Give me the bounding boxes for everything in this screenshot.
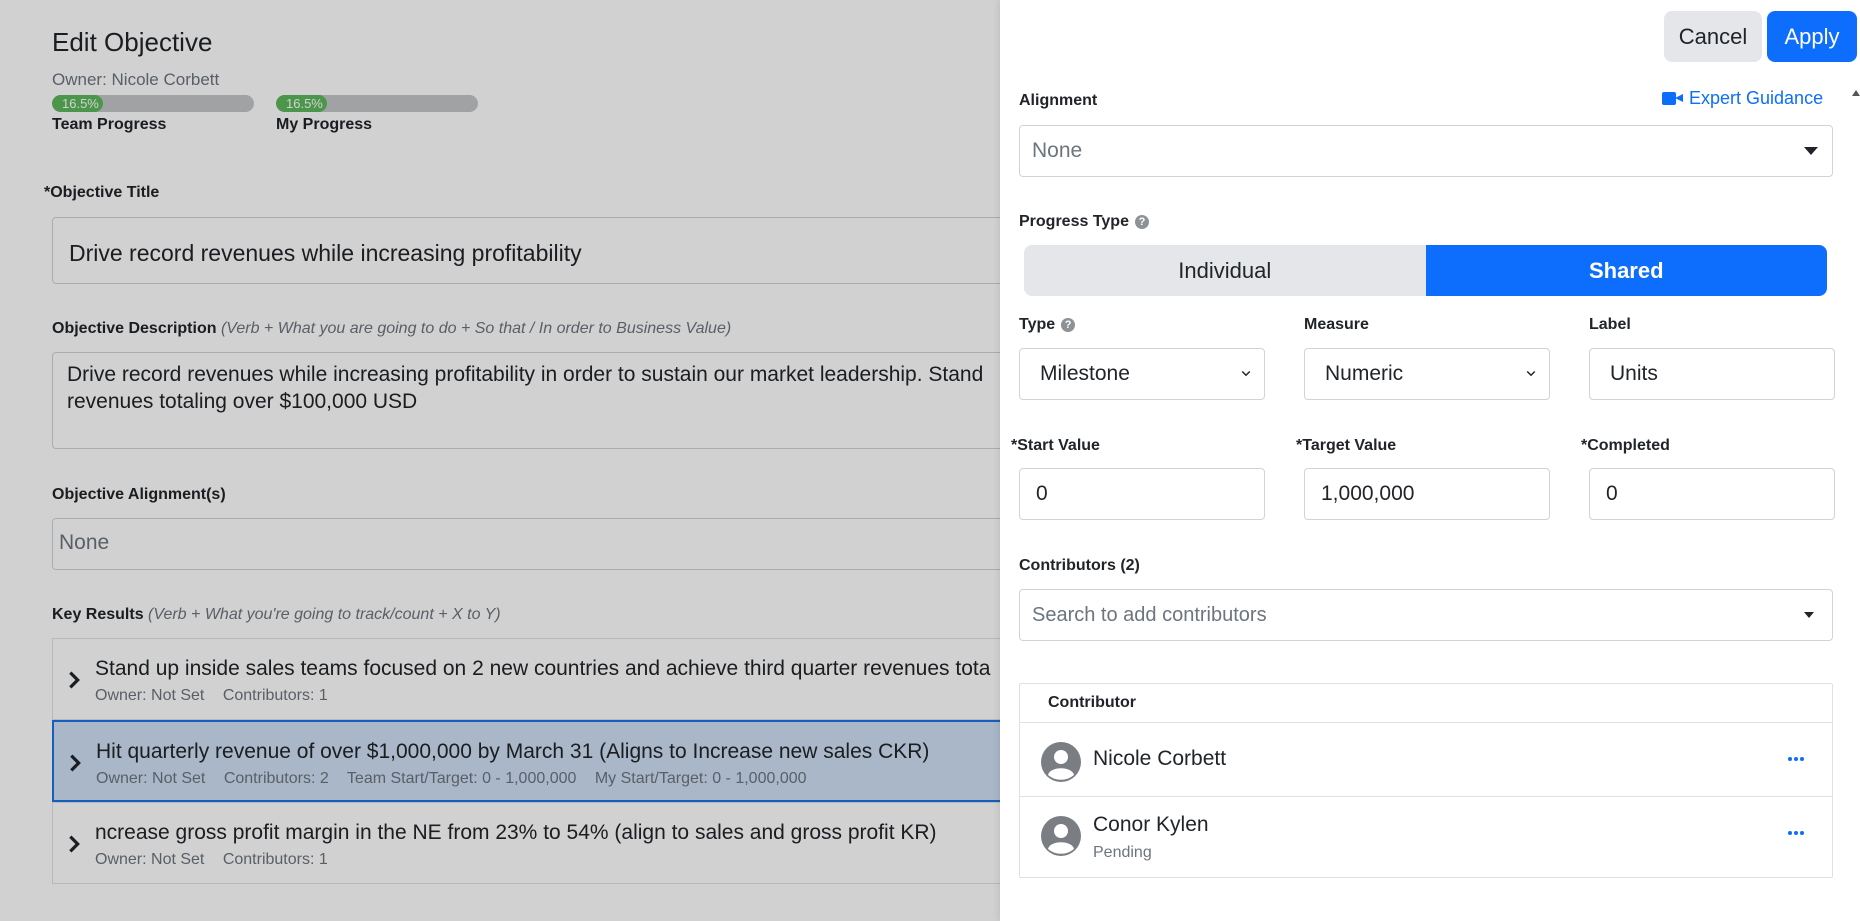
key-result-owner: Owner: Not Set: [96, 770, 206, 787]
caret-down-icon: [1804, 147, 1818, 155]
key-result-side-panel: Cancel Apply Alignment Expert Guidance N…: [1000, 0, 1860, 921]
start-value-input[interactable]: 0: [1019, 468, 1265, 520]
target-value-label: *Target Value: [1296, 437, 1397, 454]
my-progress-fill: 16.5%: [276, 95, 327, 112]
objective-alignment-value: None: [59, 531, 110, 554]
type-label-text: Type: [1019, 316, 1056, 333]
unit-label-input[interactable]: Units: [1589, 348, 1835, 400]
objective-title-label: *Objective Title: [44, 184, 160, 201]
more-horizontal-icon[interactable]: [1788, 831, 1804, 835]
help-icon[interactable]: ?: [1134, 215, 1149, 229]
scroll-up-arrow-icon[interactable]: [1852, 90, 1860, 96]
page-title: Edit Objective: [52, 27, 213, 57]
team-progress-fill: 16.5%: [52, 95, 103, 112]
chevron-right-icon[interactable]: [63, 669, 85, 691]
measure-select[interactable]: Numeric: [1304, 348, 1550, 400]
chevron-right-icon[interactable]: [63, 833, 85, 855]
objective-description-label: Objective Description (Verb + What you a…: [52, 320, 731, 338]
key-result-title: ncrease gross profit margin in the NE fr…: [95, 821, 937, 844]
key-result-contributors: Contributors: 1: [222, 687, 328, 704]
key-result-row[interactable]: ncrease gross profit margin in the NE fr…: [52, 802, 1012, 884]
progress-type-toggle: Individual Shared: [1024, 245, 1827, 296]
completed-value: 0: [1606, 482, 1618, 505]
key-result-contributors: Contributors: 2: [223, 770, 329, 787]
objective-description-line-1: Drive record revenues while increasing p…: [67, 363, 984, 386]
key-results-hint: (Verb + What you're going to track/count…: [148, 606, 501, 623]
expert-guidance-link[interactable]: Expert Guidance: [1662, 88, 1823, 109]
unit-label-value: Units: [1610, 362, 1658, 385]
alignment-select[interactable]: None: [1019, 125, 1833, 177]
contributor-status: Pending: [1093, 844, 1152, 861]
objective-description-line-2: revenues totaling over $100,000 USD: [67, 390, 418, 413]
chevron-right-icon[interactable]: [64, 752, 86, 774]
objective-alignment-select[interactable]: None: [52, 518, 1012, 570]
key-result-row-selected[interactable]: Hit quarterly revenue of over $1,000,000…: [52, 720, 1012, 802]
chevron-down-icon: [1526, 370, 1536, 377]
objective-description-hint: (Verb + What you are going to do + So th…: [220, 320, 732, 337]
key-result-meta: Owner: Not Set Contributors: 2 Team Star…: [96, 770, 821, 788]
alignment-label: Alignment: [1019, 92, 1098, 109]
key-result-team-target: Team Start/Target: 0 - 1,000,000: [346, 770, 577, 787]
cancel-button[interactable]: Cancel: [1664, 11, 1762, 62]
completed-input[interactable]: 0: [1589, 468, 1835, 520]
video-camera-icon: [1662, 92, 1683, 105]
contributor-row: Conor Kylen Pending: [1020, 797, 1832, 877]
expert-guidance-label: Expert Guidance: [1689, 88, 1824, 108]
progress-type-label: Progress Type?: [1019, 213, 1149, 231]
apply-button[interactable]: Apply: [1767, 11, 1857, 62]
team-progress-label: Team Progress: [52, 116, 167, 133]
my-progress-bar: 16.5%: [276, 95, 478, 112]
key-result-owner: Owner: Not Set: [95, 851, 205, 868]
objective-description-label-text: Objective Description: [52, 320, 217, 337]
progress-type-shared[interactable]: Shared: [1425, 245, 1827, 296]
contributor-search-placeholder: Search to add contributors: [1032, 603, 1267, 626]
objective-alignment-label: Objective Alignment(s): [52, 486, 226, 503]
objective-title-input[interactable]: Drive record revenues while increasing p…: [52, 217, 1012, 284]
objective-description-input[interactable]: Drive record revenues while increasing p…: [52, 352, 1012, 449]
key-result-meta: Owner: Not Set Contributors: 1: [95, 687, 342, 705]
target-value: 1,000,000: [1321, 482, 1415, 505]
type-label: Type?: [1019, 316, 1076, 334]
user-avatar-icon: [1041, 742, 1081, 782]
key-results-label: Key Results (Verb + What you're going to…: [52, 606, 501, 624]
contributor-name: Nicole Corbett: [1093, 747, 1227, 770]
key-result-my-target: My Start/Target: 0 - 1,000,000: [594, 770, 807, 787]
contributors-label: Contributors (2): [1019, 557, 1140, 574]
contributor-search-input[interactable]: Search to add contributors: [1019, 589, 1833, 641]
key-result-contributors: Contributors: 1: [222, 851, 328, 868]
my-progress-label: My Progress: [276, 116, 373, 133]
measure-label: Measure: [1304, 316, 1369, 333]
more-horizontal-icon[interactable]: [1788, 757, 1804, 761]
help-icon[interactable]: ?: [1061, 318, 1076, 332]
team-progress-bar: 16.5%: [52, 95, 254, 112]
key-result-owner: Owner: Not Set: [95, 687, 205, 704]
user-avatar-icon: [1041, 816, 1081, 856]
key-results-label-text: Key Results: [52, 606, 144, 623]
key-result-meta: Owner: Not Set Contributors: 1: [95, 851, 342, 869]
chevron-down-icon: [1241, 370, 1251, 377]
contributor-name: Conor Kylen: [1093, 813, 1209, 836]
alignment-select-value: None: [1032, 139, 1083, 162]
caret-down-icon: [1804, 612, 1814, 618]
contributor-table: Contributor Nicole Corbett Conor Kylen P…: [1019, 683, 1833, 878]
key-result-row[interactable]: Stand up inside sales teams focused on 2…: [52, 638, 1012, 720]
unit-label: Label: [1589, 316, 1631, 333]
key-result-title: Stand up inside sales teams focused on 2…: [95, 657, 991, 680]
start-value-label: *Start Value: [1011, 437, 1100, 454]
objective-owner: Owner: Nicole Corbett: [52, 70, 220, 89]
objective-title-value: Drive record revenues while increasing p…: [69, 240, 582, 266]
type-select-value: Milestone: [1040, 362, 1130, 385]
completed-label: *Completed: [1581, 437, 1670, 454]
target-value-input[interactable]: 1,000,000: [1304, 468, 1550, 520]
contributor-column-header: Contributor: [1020, 684, 1832, 723]
type-select[interactable]: Milestone: [1019, 348, 1265, 400]
key-result-title: Hit quarterly revenue of over $1,000,000…: [96, 740, 930, 763]
start-value: 0: [1036, 482, 1048, 505]
progress-type-label-text: Progress Type: [1019, 213, 1129, 230]
key-results-list: Stand up inside sales teams focused on 2…: [52, 638, 1012, 884]
contributor-row: Nicole Corbett: [1020, 723, 1832, 797]
progress-type-individual[interactable]: Individual: [1024, 245, 1426, 296]
measure-select-value: Numeric: [1325, 362, 1404, 385]
